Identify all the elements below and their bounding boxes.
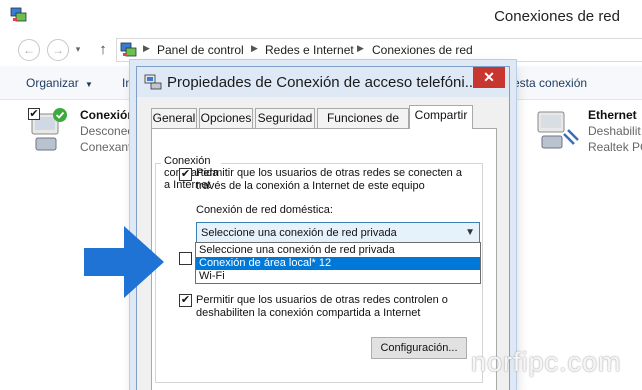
home-network-label: Conexión de red doméstica: [196,204,333,216]
close-icon: ✕ [483,69,495,85]
allow-connect-label-line1: Permitir que los usuarios de otras redes… [196,167,462,179]
connection-name: Conexión [80,108,135,122]
tab-security[interactable]: Seguridad [255,108,315,128]
close-button[interactable]: ✕ [473,67,505,88]
allow-control-label-line2: deshabiliten la conexión compartida a In… [196,307,421,319]
start-connection-button[interactable]: Ini [122,76,135,90]
dialog-tabs: General Opciones Seguridad Funciones de … [151,105,497,143]
network-connections-icon [10,7,27,22]
back-button[interactable]: ← [18,39,40,61]
connection-device: Realtek PC [588,140,642,154]
allow-connect-checkbox[interactable]: ✔ [179,168,192,181]
recent-locations-button[interactable]: ▾ [71,39,85,61]
breadcrumb-separator-icon: ▶ [357,43,364,53]
breadcrumb-network-internet[interactable]: Redes e Internet [265,43,354,57]
chevron-down-icon: ▾ [75,44,81,54]
connection-status: Desconect [80,124,137,138]
address-bar: ← → ▾ ↑ ▶ Panel de control ▶ Redes e Int… [0,34,642,66]
dialog-titlebar[interactable]: Propiedades de Conexión de acceso telefó… [137,67,509,97]
chevron-down-icon: ▼ [465,227,475,238]
address-field[interactable]: ▶ Panel de control ▶ Redes e Internet ▶ … [116,38,642,62]
allow-connect-label-line2: través de la conexión a Internet de este… [196,180,425,192]
control-panel-icon [120,42,137,57]
dropdown-option[interactable]: Wi-Fi [196,270,480,283]
breadcrumb-network-connections[interactable]: Conexiones de red [372,43,473,57]
dialog-title: Propiedades de Conexión de acceso telefó… [167,74,478,91]
forward-arrow-icon: → [52,43,64,57]
tab-options[interactable]: Opciones [199,108,253,128]
connection-device: Conexant U [80,140,144,154]
dropdown-option-selected[interactable]: Conexión de área local* 12 [196,257,480,270]
window-title: Conexiones de red [494,8,620,25]
watermark: norfipc.com [471,347,622,377]
organize-label: Organizar [26,76,79,90]
network-connection-icon [144,74,162,90]
pointer-arrow-icon [84,226,164,298]
ethernet-connection-icon [537,111,579,149]
organize-button[interactable]: Organizar ▼ [26,76,93,90]
chevron-down-icon: ▼ [85,80,93,89]
tab-general[interactable]: General [151,108,197,128]
up-arrow-icon: ↑ [99,41,107,58]
properties-dialog: Propiedades de Conexión de acceso telefó… [136,66,510,390]
dial-on-demand-checkbox[interactable] [179,252,192,265]
tab-networking[interactable]: Funciones de red [317,108,409,143]
back-arrow-icon: ← [23,43,35,57]
tab-sharing[interactable]: Compartir [409,105,473,129]
breadcrumb-control-panel[interactable]: Panel de control [157,43,244,57]
home-network-combobox[interactable]: Seleccione una conexión de red privada ▼ [196,222,480,244]
forward-button[interactable]: → [47,39,69,61]
connection-select-checkbox[interactable]: ✔ [28,108,40,120]
breadcrumb-separator-icon: ▶ [251,43,258,53]
breadcrumb-separator-icon: ▶ [143,43,150,53]
combo-value: Seleccione una conexión de red privada [201,227,397,239]
connection-name: Ethernet [588,108,637,122]
change-connection-button[interactable]: ar esta conexión [499,76,587,90]
settings-button[interactable]: Configuración... [371,337,467,359]
up-button[interactable]: ↑ [94,40,112,60]
explorer-titlebar: Conexiones de red [0,0,642,34]
dropdown-option[interactable]: Seleccione una conexión de red privada [196,244,480,257]
home-network-dropdown-list: Seleccione una conexión de red privada C… [195,242,481,284]
connection-status: Deshabilit [588,124,641,138]
allow-control-checkbox[interactable]: ✔ [179,294,192,307]
allow-control-label-line1: Permitir que los usuarios de otras redes… [196,294,448,306]
